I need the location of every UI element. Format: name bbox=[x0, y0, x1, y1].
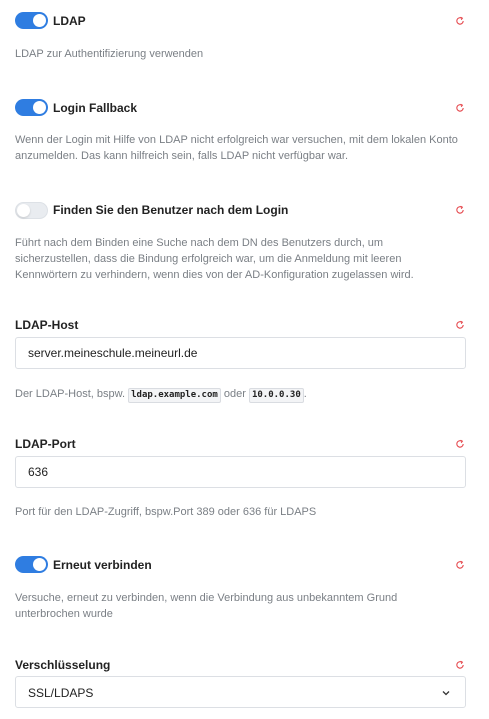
description-text: . bbox=[303, 388, 307, 400]
chevron-down-icon bbox=[442, 691, 450, 696]
reset-icon[interactable] bbox=[455, 660, 465, 670]
reconnect-description: Versuche, erneut zu verbinden, wenn die … bbox=[15, 592, 398, 620]
description-text: Der LDAP-Host, bspw. bbox=[15, 388, 126, 400]
encryption-selected-value: SSL/LDAPS bbox=[28, 686, 94, 700]
reset-icon[interactable] bbox=[455, 439, 465, 449]
example-ip-code: 10.0.0.30 bbox=[248, 388, 304, 403]
toggle-knob bbox=[17, 204, 30, 217]
search-after-login-toggle[interactable] bbox=[15, 202, 48, 219]
ldap-toggle[interactable] bbox=[15, 12, 48, 29]
encryption-label: Verschlüsselung bbox=[15, 658, 111, 672]
toggle-knob bbox=[33, 101, 46, 114]
ldap-host-label: LDAP-Host bbox=[15, 318, 79, 332]
search-after-login-description: Führt nach dem Binden eine Suche nach de… bbox=[15, 237, 414, 281]
ldap-port-description: Port für den LDAP-Zugriff, bspw.Port 389… bbox=[15, 506, 317, 518]
reconnect-toggle[interactable] bbox=[15, 556, 48, 573]
ldap-host-input[interactable] bbox=[15, 337, 466, 369]
search-after-login-label: Finden Sie den Benutzer nach dem Login bbox=[53, 203, 289, 217]
description-text: oder bbox=[223, 388, 246, 400]
login-fallback-description: Wenn der Login mit Hilfe von LDAP nicht … bbox=[15, 134, 458, 162]
reset-icon[interactable] bbox=[455, 16, 465, 26]
toggle-knob bbox=[33, 558, 46, 571]
reset-icon[interactable] bbox=[455, 320, 465, 330]
toggle-knob bbox=[33, 14, 46, 27]
encryption-select[interactable]: SSL/LDAPS bbox=[15, 676, 466, 708]
example-host-code: ldap.example.com bbox=[128, 388, 221, 403]
ldap-description: LDAP zur Authentifizierung verwenden bbox=[15, 48, 204, 60]
ldap-label: LDAP bbox=[53, 14, 86, 28]
login-fallback-toggle[interactable] bbox=[15, 99, 48, 116]
login-fallback-label: Login Fallback bbox=[53, 101, 138, 115]
reset-icon[interactable] bbox=[455, 103, 465, 113]
ldap-host-description: Der LDAP-Host, bspw. ldap.example.com od… bbox=[15, 386, 460, 403]
reconnect-label: Erneut verbinden bbox=[53, 558, 152, 572]
ldap-port-label: LDAP-Port bbox=[15, 437, 76, 451]
reset-icon[interactable] bbox=[455, 205, 465, 215]
reset-icon[interactable] bbox=[455, 560, 465, 570]
ldap-port-input[interactable] bbox=[15, 456, 466, 488]
